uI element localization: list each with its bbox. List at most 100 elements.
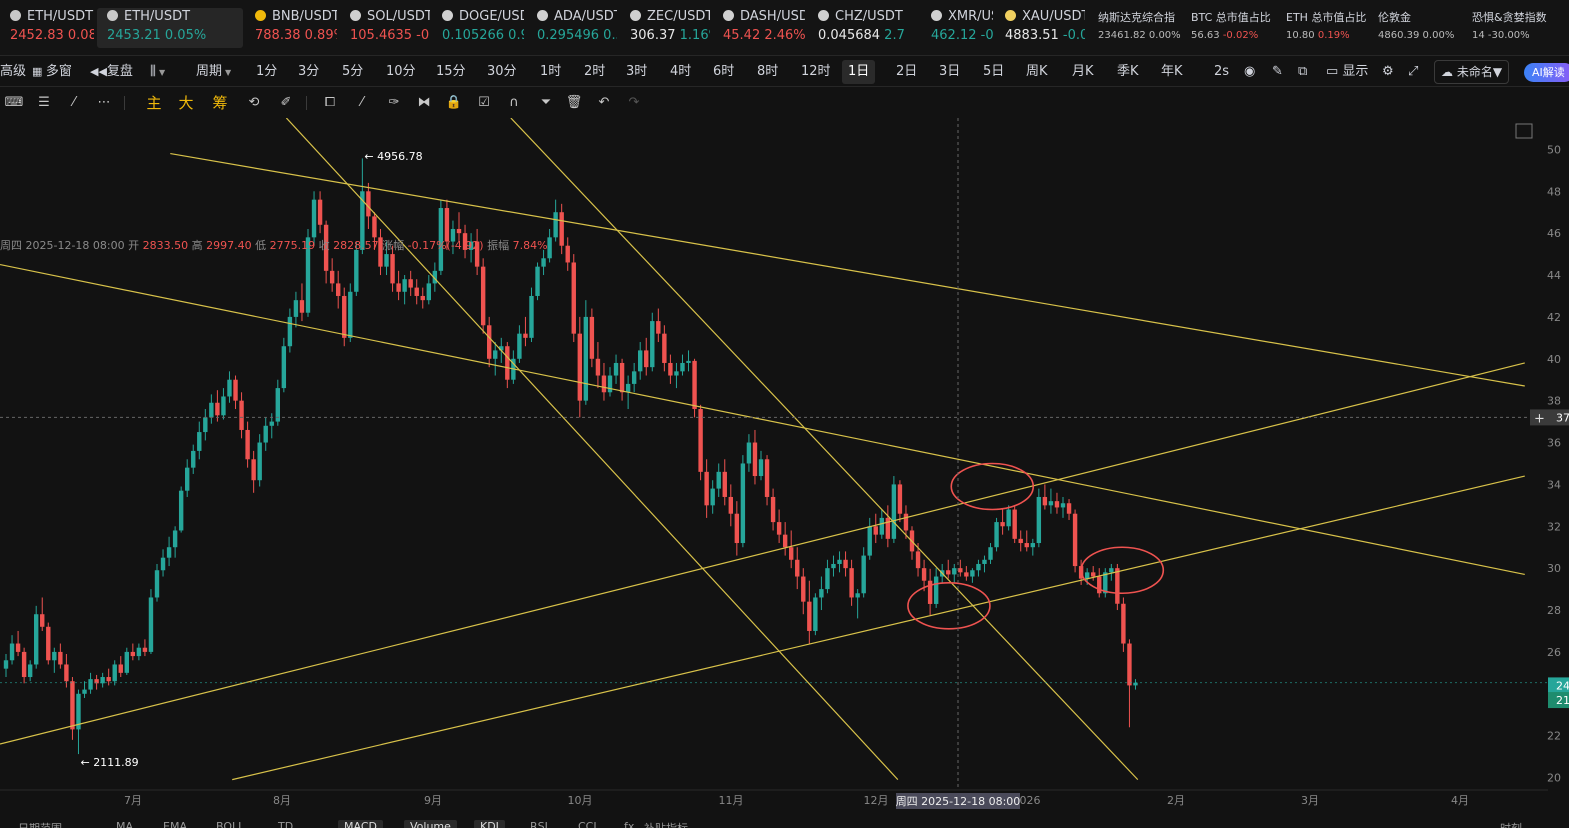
redo-icon[interactable]: ↷ [624, 93, 644, 113]
ticker-item[interactable]: ETH/USDT 2453.21 0.05% [97, 8, 243, 48]
trendline[interactable] [232, 475, 1525, 781]
chip-distribution-button[interactable]: 筹 [210, 93, 230, 113]
index-item[interactable]: 伦敦金 4860.39 0.00% [1378, 10, 1460, 46]
interval-4[interactable]: 15分 [436, 57, 466, 87]
popout-icon[interactable]: ⧉ [1298, 57, 1307, 87]
filter-icon[interactable]: ⏷ [536, 93, 556, 113]
trendline[interactable] [170, 153, 1525, 387]
undo-icon[interactable]: ↶ [594, 93, 614, 113]
interval-14[interactable]: 2日 [896, 57, 917, 87]
index-item[interactable]: 恐惧&贪婪指数 14 -30.00% [1472, 10, 1562, 46]
interval-9[interactable]: 4时 [670, 57, 691, 87]
annotation-circle[interactable] [907, 582, 991, 630]
interval-16[interactable]: 5日 [983, 57, 1004, 87]
edit-box-icon[interactable]: ☑ [474, 93, 494, 113]
ruler-icon[interactable]: ⁄ [352, 93, 372, 113]
ticker-item[interactable]: XMR/USDT 462.12 -0.63 [921, 8, 993, 48]
interval-20[interactable]: 年K [1161, 57, 1183, 87]
indicator-tab-0[interactable]: 日期范围 [18, 820, 62, 828]
dumbbell-icon[interactable]: ⧓ [414, 93, 434, 113]
settings-gear-icon[interactable]: ⚙ [1382, 57, 1394, 87]
interval-3[interactable]: 10分 [386, 57, 416, 87]
interval-12[interactable]: 12时 [801, 57, 831, 87]
ticker-item[interactable]: SOL/USDT 105.4635 -0 [340, 8, 430, 48]
display-button[interactable]: ▭ 显示 [1326, 57, 1368, 87]
big-order-button[interactable]: 大 [176, 93, 196, 113]
interval-6[interactable]: 1时 [540, 57, 561, 87]
ticker-item[interactable]: BNB/USDT 788.38 0.89% [245, 8, 337, 48]
advanced-button[interactable]: 高级 [0, 57, 26, 87]
indicator-tab-10[interactable]: fx [624, 820, 634, 828]
ticker-item[interactable]: ETH/USDT 2452.83 0.08% [0, 8, 94, 48]
trendline[interactable] [0, 263, 1525, 576]
magnet-icon[interactable]: ∩ [504, 93, 524, 113]
time-axis[interactable]: 7月 8月 9月 10月 11月 12月 2月 3月 4月 周四 2025-12-18 08:00… [0, 789, 1548, 809]
ticker-item[interactable]: ZEC/USDT 306.37 1.16% [620, 8, 710, 48]
index-item[interactable]: ETH 总市值占比 10.80 0.19% [1286, 10, 1370, 46]
interval-10[interactable]: 6时 [713, 57, 734, 87]
compare-icon[interactable]: ⟲ [244, 93, 264, 113]
interval-11[interactable]: 8时 [757, 57, 778, 87]
trendline[interactable] [0, 362, 1525, 745]
ticker-item[interactable]: CHZ/USDT 0.045684 2.7 [808, 8, 918, 48]
index-item[interactable]: BTC 总市值占比 56.63 -0.02% [1191, 10, 1277, 46]
interval-18[interactable]: 月K [1072, 57, 1094, 87]
interval-15[interactable]: 3日 [939, 57, 960, 87]
interval-13[interactable]: 1日 [842, 60, 876, 84]
lock-icon[interactable]: 🔒 [444, 93, 464, 113]
main-indicator-button[interactable]: 主 [144, 93, 164, 113]
indicator-tab-12[interactable]: 时刻 [1500, 820, 1522, 828]
ticker-item[interactable]: XAU/USDT 4883.51 -0.0 [995, 8, 1085, 48]
replay-button[interactable]: ◀◀复盘 [90, 57, 133, 87]
interval-0[interactable]: 1分 [256, 57, 277, 87]
magic-line-icon[interactable]: ⁄ [64, 93, 84, 113]
trash-icon[interactable]: 🗑 [564, 93, 584, 113]
indicator-tab-9[interactable]: CCI [578, 820, 597, 828]
camera-icon[interactable]: ◉ [1244, 57, 1255, 87]
interval-7[interactable]: 2时 [584, 57, 605, 87]
price-axis[interactable]: 50 48 46 44 42 40 38 36 34 32 30 28 26 22 20 37 24 21 + [1515, 118, 1569, 788]
crop-icon[interactable]: ⧠ [320, 93, 340, 113]
ticker-change: 0.89% [304, 28, 337, 43]
pencil-icon[interactable]: ✎ [1272, 57, 1283, 87]
interval-2[interactable]: 5分 [342, 57, 363, 87]
chart-type-button[interactable]: ⫼ ▼ [150, 57, 165, 87]
annotation-circle[interactable] [950, 462, 1035, 511]
index-item[interactable]: 纳斯达克综合指 23461.82 0.00% [1098, 10, 1186, 46]
indicator-tab-4[interactable]: TD [278, 820, 293, 828]
save-layout-dropdown[interactable]: ☁ 未命名▼ [1434, 60, 1510, 84]
refresh-interval[interactable]: 2s [1214, 57, 1229, 87]
ticker-item[interactable]: ADA/USDT 0.295496 0.5 [527, 8, 617, 48]
ticker-item[interactable]: DASH/USDT 45.42 2.46% [713, 8, 805, 48]
indicator-tab-1[interactable]: MA [116, 820, 133, 828]
brush-icon[interactable]: ✐ [276, 93, 296, 113]
trendline[interactable] [510, 118, 1139, 781]
indicator-tab-8[interactable]: RSI [530, 820, 548, 828]
ai-analysis-button[interactable]: AI解读 [1524, 63, 1569, 82]
indicator-tab-2[interactable]: EMA [163, 820, 187, 828]
indicator-tab-7[interactable]: KDJ [474, 820, 505, 828]
indicator-tab-5[interactable]: MACD [338, 820, 383, 828]
plus-icon[interactable]: + [1534, 411, 1545, 426]
highlighter-icon[interactable]: ✑ [384, 93, 404, 113]
trendline[interactable] [285, 118, 899, 781]
price-chart[interactable]: 50 48 46 44 42 40 38 36 34 32 30 28 26 22 20 37 24 21 + 7月… [0, 118, 1569, 820]
interval-8[interactable]: 3时 [626, 57, 647, 87]
interval-17[interactable]: 周K [1026, 57, 1048, 87]
multi-window-button[interactable]: ▦ 多窗 [32, 57, 72, 87]
period-dropdown[interactable]: 周期 ▼ [196, 57, 231, 87]
interval-19[interactable]: 季K [1117, 57, 1139, 87]
keyboard-icon[interactable]: ⌨ [4, 93, 24, 113]
list-icon[interactable]: ☰ [34, 93, 54, 113]
fullscreen-icon[interactable]: ⤢ [1408, 57, 1418, 87]
interval-5[interactable]: 30分 [487, 57, 517, 87]
indicator-tab-11[interactable]: 补贴指标 [644, 820, 688, 828]
indicator-tab-3[interactable]: BOLL [216, 820, 244, 828]
expand-icon[interactable] [1515, 123, 1533, 139]
indicator-tab-6[interactable]: Volume [404, 820, 457, 828]
chart-canvas[interactable]: 50 48 46 44 42 40 38 36 34 32 30 28 26 22 20 37 24 21 + 7月… [0, 118, 1569, 820]
ticker-item[interactable]: DOGE/USDT 0.105266 0.9 [432, 8, 524, 48]
more-icon[interactable]: ⋯ [94, 93, 114, 113]
trendlines[interactable] [0, 118, 1525, 781]
interval-1[interactable]: 3分 [298, 57, 319, 87]
